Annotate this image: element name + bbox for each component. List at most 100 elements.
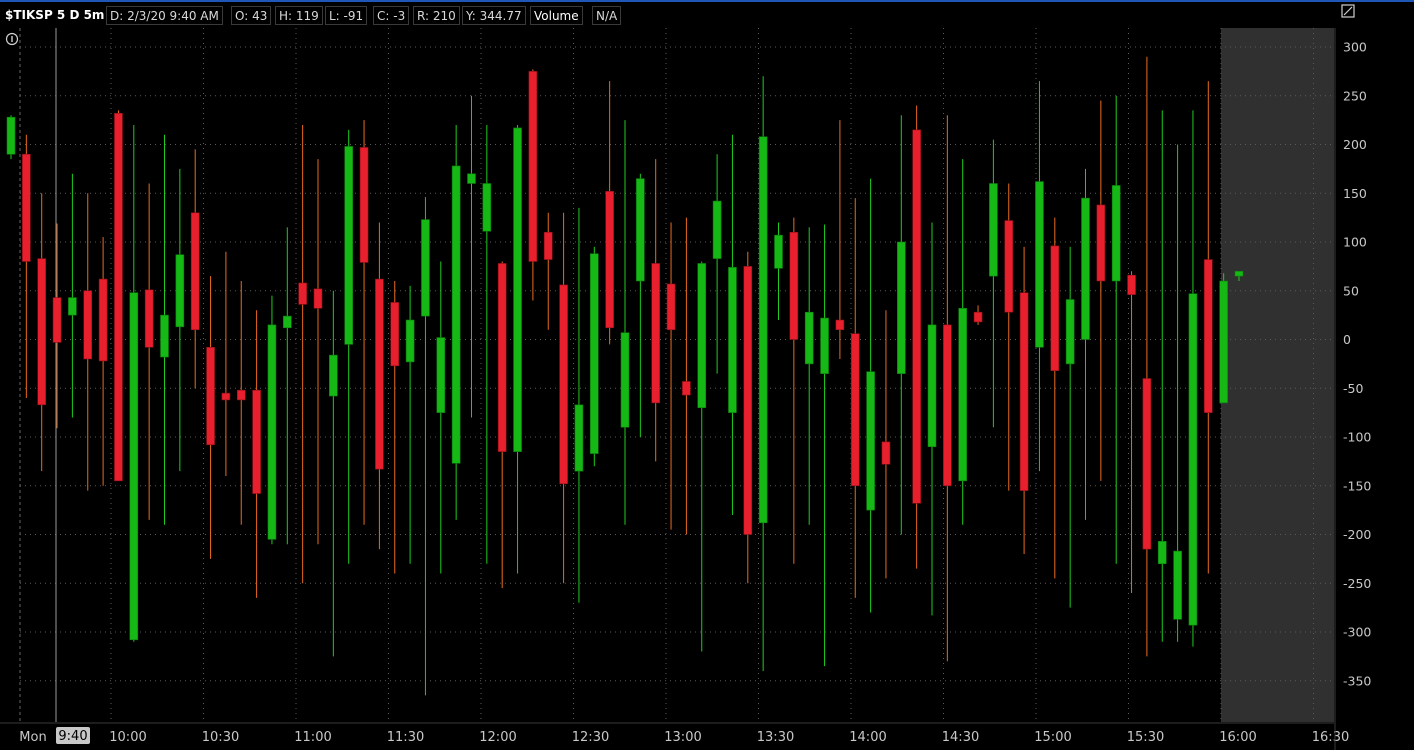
candle-body[interactable] <box>221 392 231 401</box>
candle-body[interactable] <box>359 147 369 263</box>
candle-body[interactable] <box>175 254 185 328</box>
candle-body[interactable] <box>497 263 507 452</box>
candle-body[interactable] <box>22 153 31 262</box>
symbol-label[interactable]: $TIKSP 5 D 5m <box>2 6 107 25</box>
candle-body[interactable] <box>1081 197 1090 340</box>
candle-body[interactable] <box>789 231 799 340</box>
candle-body[interactable] <box>804 311 814 365</box>
candle-body[interactable] <box>896 241 906 374</box>
candle-body[interactable] <box>160 314 169 358</box>
y-tick-label: 300 <box>1343 40 1367 55</box>
x-tick-label: 15:00 <box>1034 730 1071 745</box>
candle-body[interactable] <box>1234 270 1244 277</box>
candle-body[interactable] <box>620 332 630 428</box>
candle-body[interactable] <box>774 234 783 269</box>
candle-body[interactable] <box>1173 550 1182 620</box>
candle-body[interactable] <box>482 183 492 232</box>
candle-body[interactable] <box>329 354 338 397</box>
candle-body[interactable] <box>1096 204 1106 282</box>
candle-body[interactable] <box>943 324 952 487</box>
candle-body[interactable] <box>835 319 845 331</box>
candle-body[interactable] <box>375 278 384 470</box>
candle-body[interactable] <box>236 389 246 401</box>
candle-body[interactable] <box>850 333 860 487</box>
candle-body[interactable] <box>973 311 983 323</box>
candle-body[interactable] <box>52 297 62 343</box>
candle-body[interactable] <box>114 113 123 482</box>
chart-window: 300 250 200 150 100 50 0 -50 -100 -150 -200 -250 -30… <box>0 0 1414 750</box>
candle-body[interactable] <box>298 282 307 305</box>
y-tick-label: -100 <box>1343 430 1371 445</box>
x-tick-label: 10:30 <box>202 730 239 745</box>
candle-body[interactable] <box>1111 185 1121 282</box>
candle-body[interactable] <box>37 258 47 406</box>
x-tick-label: 11:30 <box>387 730 424 745</box>
candle-body[interactable] <box>83 290 93 360</box>
candle-body[interactable] <box>421 219 430 317</box>
candle-body[interactable] <box>206 346 215 446</box>
x-tick-label: 15:30 <box>1127 730 1164 745</box>
candle-body[interactable] <box>252 389 261 494</box>
candle-body[interactable] <box>666 283 676 331</box>
candle-body[interactable] <box>1157 541 1167 565</box>
open-readout: O: 43 <box>231 6 272 25</box>
candle-body[interactable] <box>98 278 108 362</box>
candle-body[interactable] <box>820 317 829 374</box>
candle-body[interactable] <box>912 129 921 504</box>
candle-body[interactable] <box>758 136 768 524</box>
candle-body[interactable] <box>1204 259 1213 413</box>
candle-body[interactable] <box>144 289 154 348</box>
candle-body[interactable] <box>190 212 200 331</box>
candle-body[interactable] <box>68 297 77 316</box>
candle-body[interactable] <box>1142 378 1152 550</box>
candle-body[interactable] <box>1065 299 1075 365</box>
candle-body[interactable] <box>513 127 522 452</box>
candle-body[interactable] <box>344 146 354 345</box>
candle-body[interactable] <box>1188 293 1198 626</box>
candle-body[interactable] <box>881 441 891 465</box>
y-tick-label: -50 <box>1343 381 1363 396</box>
candle-body[interactable] <box>989 183 998 277</box>
candle-body[interactable] <box>728 267 737 413</box>
candle-body[interactable] <box>1127 274 1136 295</box>
y-tick-label: 250 <box>1343 88 1367 103</box>
candle-body[interactable] <box>313 288 323 309</box>
candle-body[interactable] <box>1050 245 1060 371</box>
candle-body[interactable] <box>958 307 968 482</box>
candle-body[interactable] <box>129 292 139 641</box>
candle-body[interactable] <box>282 315 292 329</box>
candle-body[interactable] <box>743 266 753 535</box>
x-tick-label: 14:00 <box>849 730 886 745</box>
y-tick-label: 200 <box>1343 137 1367 152</box>
candle-body[interactable] <box>405 319 415 363</box>
x-tick-label: 11:00 <box>294 730 331 745</box>
candle-body[interactable] <box>866 371 875 511</box>
candle-body[interactable] <box>1019 292 1029 491</box>
candle-body[interactable] <box>451 165 461 464</box>
candle-body[interactable] <box>543 231 553 260</box>
candle-body[interactable] <box>559 284 568 485</box>
candle-body[interactable] <box>589 253 599 454</box>
candle-body[interactable] <box>467 173 476 184</box>
volume-value: N/A <box>592 6 622 25</box>
candle-body[interactable] <box>1035 181 1044 348</box>
candle-body[interactable] <box>1219 280 1228 404</box>
candle-body[interactable] <box>605 191 614 329</box>
candle-body[interactable] <box>927 324 937 448</box>
candle-body[interactable] <box>636 178 645 282</box>
candle-body[interactable] <box>1004 220 1014 313</box>
candle-body[interactable] <box>651 263 661 404</box>
x-tick-label: Mon <box>19 730 46 745</box>
candle-body[interactable] <box>436 337 446 413</box>
expand-icon[interactable] <box>1341 4 1355 18</box>
info-icon[interactable] <box>5 32 19 46</box>
candle-body[interactable] <box>712 200 722 259</box>
candle-body[interactable] <box>697 263 707 409</box>
price-chart[interactable]: 300 250 200 150 100 50 0 -50 -100 -150 -200 -250 -30… <box>0 0 1414 750</box>
candle-body[interactable] <box>574 404 584 472</box>
candle-body[interactable] <box>528 71 538 262</box>
candle-body[interactable] <box>267 324 277 540</box>
candle-body[interactable] <box>6 116 16 155</box>
candle-body[interactable] <box>682 381 691 396</box>
candle-body[interactable] <box>390 302 400 367</box>
